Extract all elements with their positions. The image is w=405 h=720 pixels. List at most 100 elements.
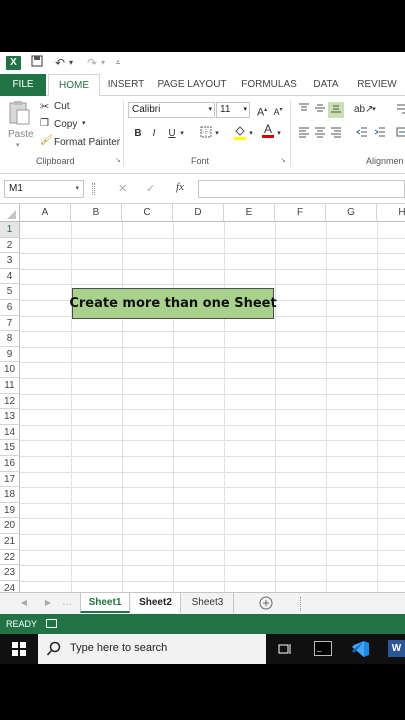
row-header-8[interactable]: 8 xyxy=(0,331,20,347)
row-header-3[interactable]: 3 xyxy=(0,253,20,269)
redo-icon[interactable]: ↷ xyxy=(84,55,100,71)
row-header-6[interactable]: 6 xyxy=(0,300,20,316)
column-header-d[interactable]: D xyxy=(173,204,224,222)
row-header-12[interactable]: 12 xyxy=(0,393,20,410)
orientation-dropdown-icon[interactable]: ▾ xyxy=(370,102,378,118)
scroll-more-icon[interactable]: … xyxy=(62,593,72,613)
tab-formulas[interactable]: FORMULAS xyxy=(238,74,300,96)
row-header-14[interactable]: 14 xyxy=(0,424,20,441)
tab-data[interactable]: DATA xyxy=(306,74,346,96)
column-header-b[interactable]: B xyxy=(71,204,122,222)
italic-button[interactable]: I xyxy=(146,126,162,142)
macro-record-icon[interactable] xyxy=(46,619,57,628)
underline-dropdown-icon[interactable]: ▾ xyxy=(178,126,186,142)
terminal-app-icon[interactable]: _ xyxy=(314,641,332,656)
row-header-11[interactable]: 11 xyxy=(0,378,20,394)
tab-insert[interactable]: INSERT xyxy=(104,74,148,96)
borders-dropdown-icon[interactable]: ▾ xyxy=(213,126,221,142)
worksheet-grid[interactable]: A B C D E F G H 1 2 3 4 5 6 7 8 9 10 11 12 13 14 15 16 1… xyxy=(0,204,405,598)
column-header-f[interactable]: F xyxy=(275,204,326,222)
decrease-font-icon[interactable]: A▾ xyxy=(270,102,286,118)
row-header-16[interactable]: 16 xyxy=(0,456,20,472)
tab-page-layout[interactable]: PAGE LAYOUT xyxy=(156,74,228,96)
row-header-18[interactable]: 18 xyxy=(0,487,20,503)
align-center-icon[interactable] xyxy=(312,126,328,142)
font-color-icon[interactable]: A xyxy=(260,123,276,139)
sheet-tab-2[interactable]: Sheet2 xyxy=(131,593,181,613)
row-header-13[interactable]: 13 xyxy=(0,409,20,425)
column-header-h[interactable]: H xyxy=(377,204,405,222)
undo-dropdown-icon[interactable]: ▾ xyxy=(67,55,75,71)
row-header-15[interactable]: 15 xyxy=(0,440,20,456)
cancel-icon[interactable]: ✕ xyxy=(118,182,127,195)
merge-center-icon[interactable] xyxy=(394,126,405,142)
row-header-2[interactable]: 2 xyxy=(0,237,20,254)
row-header-23[interactable]: 23 xyxy=(0,565,20,581)
clipboard-launcher-icon[interactable]: ↘ xyxy=(115,156,121,164)
taskbar-search-box[interactable]: Type here to search xyxy=(38,634,266,664)
copy-button[interactable]: ❐ Copy ▾ xyxy=(40,118,92,132)
column-header-g[interactable]: G xyxy=(326,204,377,222)
increase-font-icon[interactable]: A▴ xyxy=(254,102,270,119)
align-right-icon[interactable] xyxy=(328,126,344,142)
select-all-corner[interactable] xyxy=(0,204,20,222)
enter-icon[interactable]: ✓ xyxy=(146,182,155,195)
row-header-9[interactable]: 9 xyxy=(0,346,20,363)
row-header-4[interactable]: 4 xyxy=(0,268,20,285)
row-header-7[interactable]: 7 xyxy=(0,315,20,332)
sheet-tab-1[interactable]: Sheet1 xyxy=(80,593,130,613)
new-sheet-icon[interactable] xyxy=(258,593,274,613)
row-gridline xyxy=(20,549,405,551)
column-header-e[interactable]: E xyxy=(224,204,275,222)
save-icon[interactable] xyxy=(30,55,44,71)
tab-file[interactable]: FILE xyxy=(0,74,46,96)
customize-qat-icon[interactable]: ⩡ xyxy=(114,55,122,71)
column-header-a[interactable]: A xyxy=(20,204,71,222)
formula-bar-grip-icon[interactable] xyxy=(92,183,95,195)
row-header-20[interactable]: 20 xyxy=(0,518,20,534)
row-header-22[interactable]: 22 xyxy=(0,549,20,566)
row-header-5[interactable]: 5 xyxy=(0,284,20,300)
windows-start-icon[interactable] xyxy=(12,642,26,661)
insert-function-icon[interactable]: fx xyxy=(176,181,184,193)
align-left-icon[interactable] xyxy=(296,126,312,142)
fill-color-dropdown-icon[interactable]: ▾ xyxy=(247,126,255,142)
name-box[interactable]: M1 ▾ xyxy=(4,180,84,198)
format-painter-button[interactable]: 🖌 Format Painter xyxy=(40,135,120,150)
cut-button[interactable]: ✂ Cut xyxy=(40,100,80,114)
scroll-left-icon[interactable]: ◀ xyxy=(18,593,30,613)
scroll-right-icon[interactable]: ▶ xyxy=(42,593,54,613)
orientation-icon[interactable]: ab↗ xyxy=(354,102,374,118)
font-name-select[interactable]: Calibri ▾ xyxy=(128,102,215,118)
font-size-select[interactable]: 11 ▾ xyxy=(216,102,250,118)
column-header-c[interactable]: C xyxy=(122,204,173,222)
decrease-indent-icon[interactable] xyxy=(354,126,370,142)
horizontal-scrollbar[interactable] xyxy=(300,597,405,611)
row-header-1[interactable]: 1 xyxy=(0,222,20,238)
redo-dropdown-icon[interactable]: ▾ xyxy=(99,55,107,71)
increase-indent-icon[interactable] xyxy=(372,126,388,142)
sheet-tab-3[interactable]: Sheet3 xyxy=(182,593,234,613)
wrap-text-icon[interactable] xyxy=(394,102,405,118)
tab-review[interactable]: REVIEW xyxy=(354,74,400,96)
textbox-shape[interactable]: Create more than one Sheet xyxy=(69,288,277,319)
row-header-10[interactable]: 10 xyxy=(0,362,20,378)
row-header-21[interactable]: 21 xyxy=(0,534,20,550)
word-app-icon[interactable]: W xyxy=(388,640,405,657)
fill-color-icon[interactable] xyxy=(232,124,248,140)
align-bottom-icon[interactable] xyxy=(328,102,344,118)
undo-icon[interactable]: ↶ xyxy=(52,55,68,71)
row-header-17[interactable]: 17 xyxy=(0,471,20,488)
align-middle-icon[interactable] xyxy=(312,102,328,118)
task-view-icon[interactable] xyxy=(278,642,292,661)
font-launcher-icon[interactable]: ↘ xyxy=(280,156,286,164)
font-color-dropdown-icon[interactable]: ▾ xyxy=(275,126,283,142)
formula-input[interactable] xyxy=(198,180,405,198)
paste-button[interactable]: Paste ▾ xyxy=(4,100,34,152)
borders-icon[interactable] xyxy=(198,126,214,142)
align-top-icon[interactable] xyxy=(296,102,312,118)
bold-button[interactable]: B xyxy=(130,126,146,142)
tab-home[interactable]: HOME xyxy=(48,74,100,97)
vscode-app-icon[interactable] xyxy=(350,640,370,663)
row-header-19[interactable]: 19 xyxy=(0,502,20,519)
